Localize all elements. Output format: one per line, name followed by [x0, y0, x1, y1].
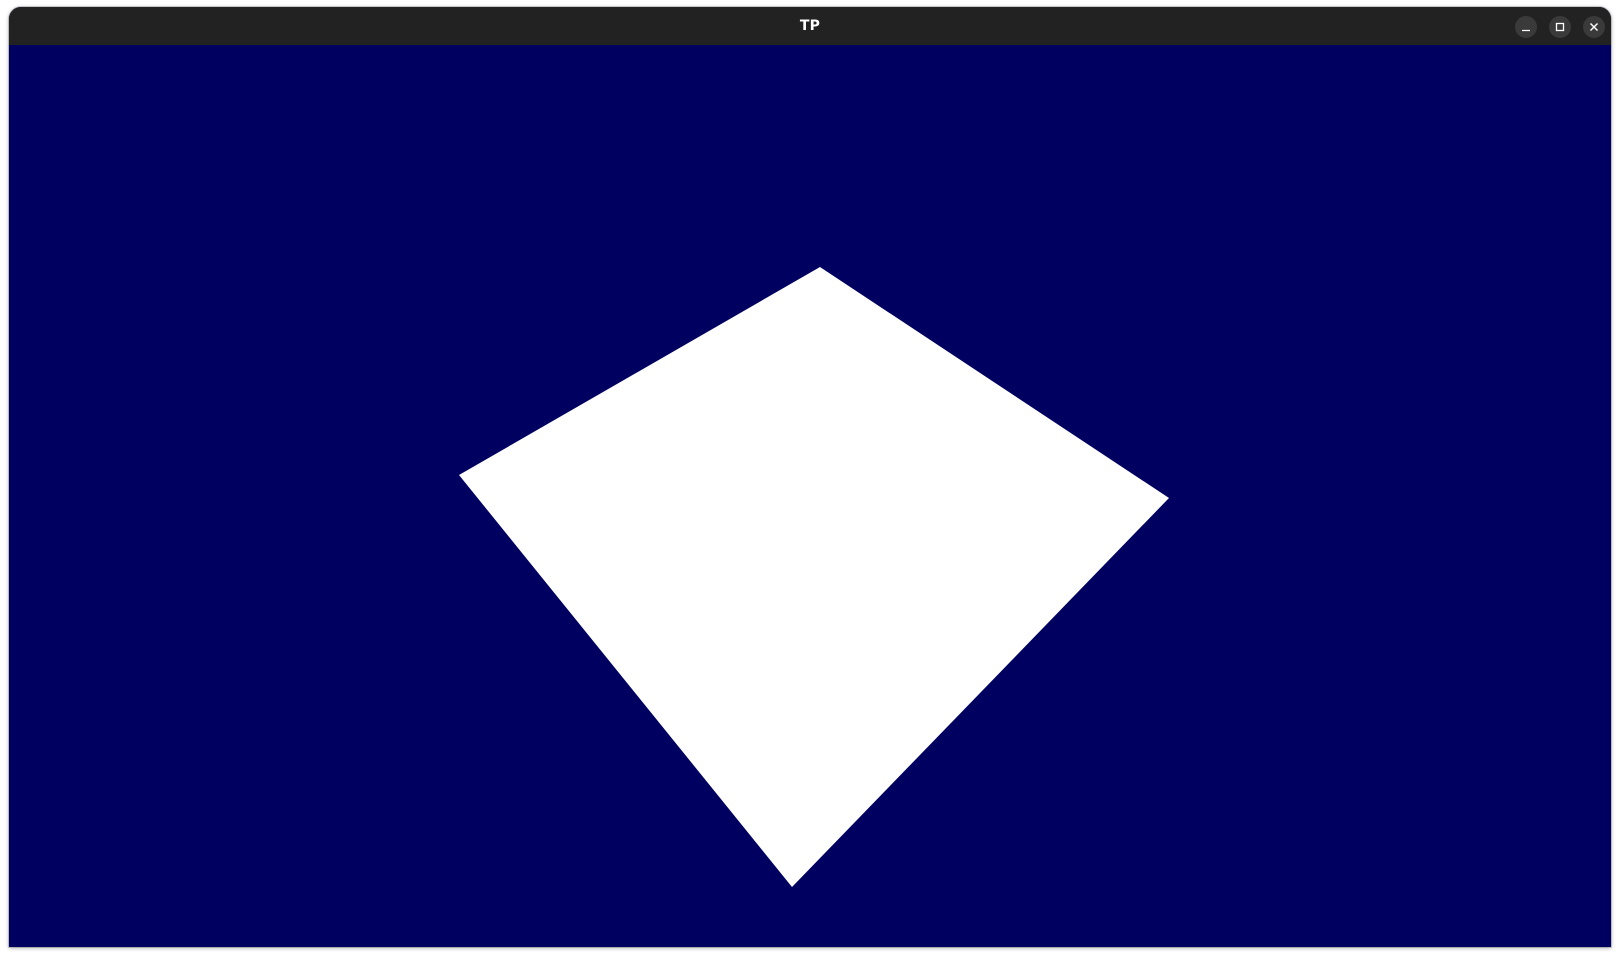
close-button[interactable] — [1583, 16, 1605, 38]
app-window: TP — [9, 7, 1611, 947]
window-title: TP — [799, 18, 821, 34]
minimize-icon — [1522, 29, 1530, 32]
close-icon — [1590, 23, 1598, 31]
maximize-icon — [1555, 22, 1565, 32]
minimize-button[interactable] — [1515, 16, 1537, 38]
title-bar[interactable]: TP — [9, 7, 1611, 46]
maximize-button[interactable] — [1549, 16, 1571, 38]
render-viewport[interactable] — [9, 45, 1611, 947]
scene-canvas — [9, 45, 1611, 947]
